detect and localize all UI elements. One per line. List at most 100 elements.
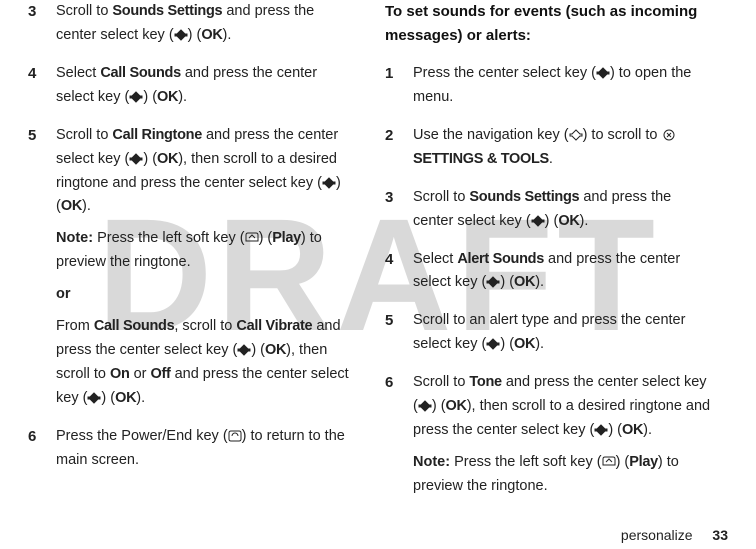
- text-run: Call Ringtone: [112, 127, 202, 143]
- center-select-icon: [596, 67, 610, 79]
- step-number: 4: [28, 62, 56, 110]
- text-run: ) (: [259, 230, 273, 246]
- text-run: ) (: [251, 342, 265, 358]
- text-run: OK: [622, 422, 643, 438]
- center-select-icon: [418, 400, 432, 412]
- text-run: Use the navigation key (: [413, 127, 569, 143]
- text-run: Call Sounds: [100, 65, 181, 81]
- step-text: Select Call Sounds and press the center …: [56, 62, 357, 110]
- text-run: Sounds Settings: [469, 189, 579, 205]
- instruction-step: 1Press the center select key () to open …: [385, 62, 714, 110]
- instruction-step: 5Scroll to an alert type and press the c…: [385, 309, 714, 357]
- text-run: Select: [413, 251, 457, 267]
- tools-icon: [662, 129, 676, 141]
- step-number: 6: [28, 425, 56, 473]
- text-run: .: [549, 151, 553, 167]
- center-select-icon: [129, 153, 143, 165]
- step-number: 5: [28, 124, 56, 411]
- text-run: Tone: [469, 374, 501, 390]
- text-run: Scroll to: [56, 127, 112, 143]
- step-body: Scroll to Tone and press the center sele…: [413, 371, 714, 507]
- text-run: ) (: [500, 274, 514, 290]
- center-select-icon: [322, 177, 336, 189]
- text-run: Off: [151, 366, 171, 382]
- text-run: ).: [643, 422, 652, 438]
- text-run: ) to scroll to: [583, 127, 662, 143]
- center-select-icon: [594, 424, 608, 436]
- text-run: Play: [272, 230, 301, 246]
- text-run: ) (: [101, 390, 115, 406]
- center-select-icon: [237, 344, 251, 356]
- text-run: ) (: [616, 454, 630, 470]
- text-run: ) (: [500, 336, 514, 352]
- instruction-step: 4Select Call Sounds and press the center…: [28, 62, 357, 110]
- step-number: 3: [385, 186, 413, 234]
- instruction-step: 6Press the Power/End key () to return to…: [28, 425, 357, 473]
- step-text: Scroll to an alert type and press the ce…: [413, 309, 714, 357]
- or-separator: or: [56, 283, 357, 307]
- text-run: ) (: [545, 213, 559, 229]
- instruction-step: 3Scroll to Sounds Settings and press the…: [28, 0, 357, 48]
- text-run: Play: [629, 454, 658, 470]
- text-run: OK: [115, 390, 136, 406]
- left-column: 3Scroll to Sounds Settings and press the…: [14, 0, 371, 549]
- center-select-icon: [486, 338, 500, 350]
- text-run: Scroll to: [56, 3, 112, 19]
- step-text: Scroll to Tone and press the center sele…: [413, 371, 714, 443]
- text-run: OK: [514, 274, 535, 290]
- text-run: Scroll to: [413, 189, 469, 205]
- text-run: Call Sounds: [94, 318, 175, 334]
- endkey-icon: [228, 430, 242, 442]
- text-run: OK: [201, 27, 222, 43]
- text-run: OK: [61, 198, 82, 214]
- instruction-step: 6Scroll to Tone and press the center sel…: [385, 371, 714, 507]
- step-text: Scroll to Sounds Settings and press the …: [413, 186, 714, 234]
- center-select-icon: [87, 392, 101, 404]
- note-block: Note: Press the left soft key () (Play) …: [413, 451, 714, 499]
- text-run: ) (: [608, 422, 622, 438]
- text-run: Scroll to: [413, 374, 469, 390]
- center-select-icon: [486, 276, 500, 288]
- text-run: Scroll to an alert type and press the ce…: [413, 312, 685, 352]
- step-number: 3: [28, 0, 56, 48]
- text-run: ) (: [188, 27, 202, 43]
- page-content: 3Scroll to Sounds Settings and press the…: [0, 0, 756, 549]
- step-body: Use the navigation key ( ) to scroll to S…: [413, 124, 714, 172]
- right-column: To set sounds for events (such as incomi…: [371, 0, 728, 549]
- text-run: Press the center select key (: [413, 65, 596, 81]
- text-run: OK: [514, 336, 535, 352]
- text-run: OK: [265, 342, 286, 358]
- center-select-icon: [174, 29, 188, 41]
- alt-text: From Call Sounds, scroll to Call Vibrate…: [56, 315, 357, 411]
- step-number: 4: [385, 248, 413, 296]
- step-text: Press the Power/End key () to return to …: [56, 425, 357, 473]
- text-run: SETTINGS & TOOLS: [413, 151, 549, 167]
- text-run: Note:: [413, 454, 450, 470]
- step-body: Scroll to Sounds Settings and press the …: [413, 186, 714, 234]
- text-run: OK: [157, 89, 178, 105]
- text-run: Note:: [56, 230, 93, 246]
- text-run: ) (: [432, 398, 446, 414]
- text-run: ).: [580, 213, 589, 229]
- step-number: 1: [385, 62, 413, 110]
- step-body: Press the Power/End key () to return to …: [56, 425, 357, 473]
- text-run: ).: [223, 27, 232, 43]
- nav-icon: [569, 129, 583, 141]
- step-body: Scroll to Sounds Settings and press the …: [56, 0, 357, 48]
- text-run: Press the Power/End key (: [56, 428, 228, 444]
- text-run: Call Vibrate: [236, 318, 312, 334]
- text-run: OK: [558, 213, 579, 229]
- text-run: Press the left soft key (: [450, 454, 602, 470]
- step-text: Select Alert Sounds and press the center…: [413, 248, 714, 296]
- step-body: Select Call Sounds and press the center …: [56, 62, 357, 110]
- instruction-step: 4Select Alert Sounds and press the cente…: [385, 248, 714, 296]
- text-run: ) (: [143, 89, 157, 105]
- step-body: Scroll to an alert type and press the ce…: [413, 309, 714, 357]
- text-run: Select: [56, 65, 100, 81]
- step-number: 2: [385, 124, 413, 172]
- center-select-icon: [531, 215, 545, 227]
- center-select-icon: [129, 91, 143, 103]
- step-number: 6: [385, 371, 413, 507]
- text-run: ).: [535, 274, 544, 290]
- step-text: Scroll to Sounds Settings and press the …: [56, 0, 357, 48]
